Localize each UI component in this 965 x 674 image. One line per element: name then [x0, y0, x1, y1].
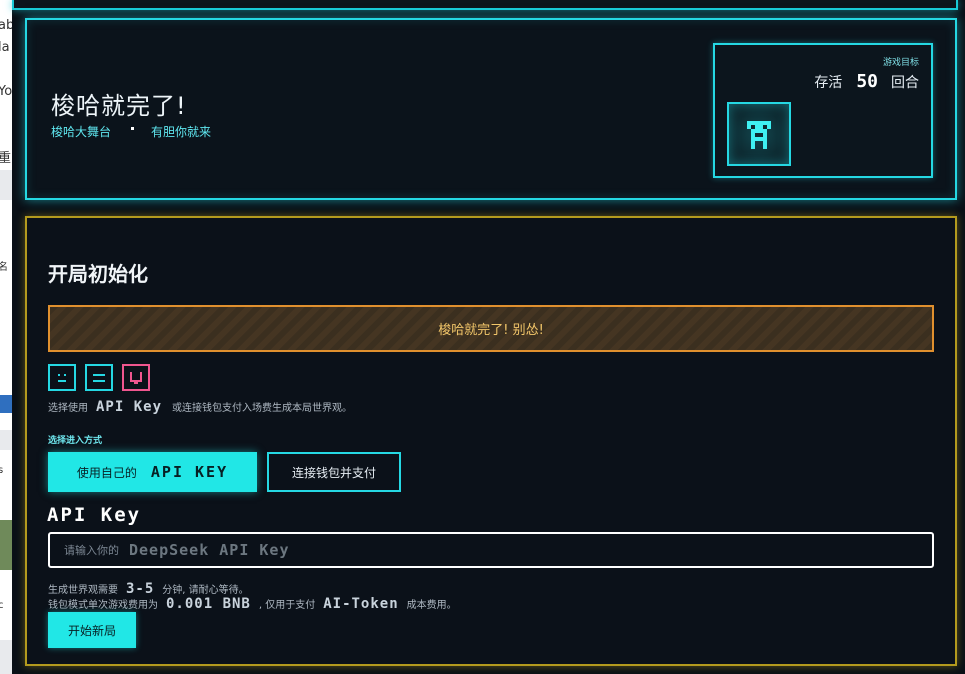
note-middle: , 仅用于支付	[258, 600, 316, 611]
api-key-heading: API Key	[47, 504, 142, 526]
background-window: ab la Yo 重 名 s c	[0, 0, 12, 674]
fee-note: 钱包模式单次游戏费用为 0.001 BNB , 仅用于支付 AI-Token 成…	[48, 596, 457, 612]
note-prefix: 钱包模式单次游戏费用为	[48, 600, 158, 611]
panel-title: 开局初始化	[48, 262, 148, 286]
goal-label: 游戏目标	[882, 58, 919, 68]
hint-suffix: 或连接钱包支付入场费生成本局世界观。	[172, 403, 353, 414]
note-suffix: 成本费用。	[406, 600, 457, 611]
mode-hint: 选择使用 API Key 或连接钱包支付入场费生成本局世界观。	[48, 399, 352, 415]
goal-number: 50	[856, 71, 878, 92]
start-game-button[interactable]: 开始新局	[48, 612, 136, 648]
top-card-edge	[12, 0, 958, 10]
face-neutral-icon	[48, 364, 76, 391]
warning-banner: 梭哈就完了! 别怂!	[48, 305, 934, 352]
face-flat-icon	[85, 364, 113, 391]
token-name: AI-Token	[323, 596, 399, 612]
hero-title: 梭哈就完了!	[51, 92, 187, 120]
time-note: 生成世界观需要 3-5 分钟, 请耐心等待。	[48, 581, 249, 597]
api-key-input[interactable]: 请输入你的 DeepSeek API Key	[48, 532, 934, 568]
goal-suffix: 回合	[891, 75, 919, 91]
connect-wallet-button[interactable]: 连接钱包并支付	[267, 452, 401, 492]
game-goal-box: 游戏目标 存活 50 回合	[713, 43, 933, 178]
background-text: Yo	[0, 84, 12, 99]
hint-key: API Key	[96, 399, 163, 415]
background-text: 重	[0, 151, 12, 166]
note-value: 3-5	[126, 581, 155, 597]
background-text: ab	[0, 18, 12, 33]
goal-prefix: 存活	[814, 75, 843, 91]
mode-label: 选择进入方式	[48, 436, 103, 446]
button-key-label: API KEY	[150, 463, 229, 481]
background-text: c	[0, 600, 4, 611]
hero-tag-right: 有胆你就来	[151, 125, 212, 139]
note-prefix: 生成世界观需要	[48, 585, 118, 596]
button-label: 使用自己的	[76, 465, 137, 480]
hero-tag-left: 梭哈大舞台	[51, 125, 112, 139]
fee-value: 0.001 BNB	[166, 596, 251, 612]
hint-prefix: 选择使用	[48, 403, 88, 414]
placeholder-prefix: 请输入你的	[64, 544, 119, 557]
background-text: s	[0, 465, 4, 476]
separator-dot	[131, 127, 135, 130]
hero-tags: 梭哈大舞台 有胆你就来	[51, 123, 211, 140]
background-text: la	[0, 40, 10, 55]
face-smile-icon	[122, 364, 150, 391]
note-suffix: 分钟, 请耐心等待。	[162, 585, 249, 596]
avatar	[727, 102, 791, 166]
background-text: 名	[0, 262, 8, 273]
init-panel: 开局初始化 梭哈就完了! 别怂! 选择使用 API Key 或连接钱包支付入场费…	[25, 216, 957, 666]
pixel-robot-icon	[747, 121, 771, 149]
face-icons	[48, 364, 150, 391]
goal-row: 存活 50 回合	[814, 71, 919, 92]
placeholder-key: DeepSeek API Key	[129, 541, 290, 559]
use-api-key-button[interactable]: 使用自己的 API KEY	[48, 452, 257, 492]
hero-card: 梭哈就完了! 梭哈大舞台 有胆你就来 游戏目标 存活 50 回合	[25, 18, 957, 200]
